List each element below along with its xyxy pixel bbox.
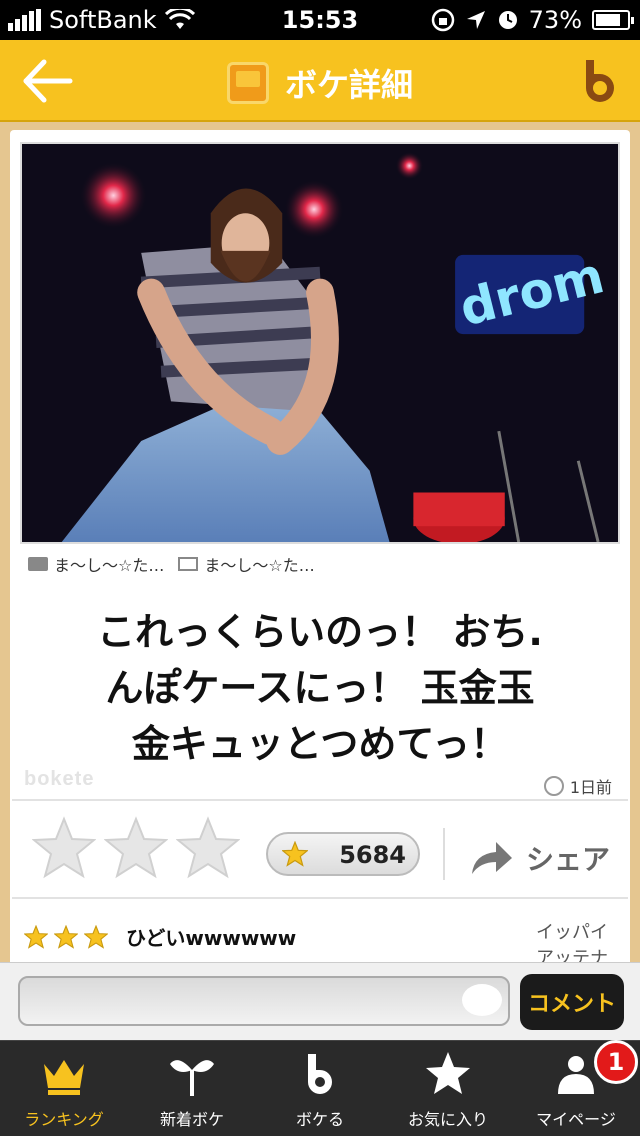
frame-icon — [226, 62, 269, 104]
bokete-watermark: bokete — [24, 768, 95, 790]
boke-caption: これっくらいのっ！ おち. んぽケースにっ！ 玉金玉 金キュッとつめてっ！ — [30, 604, 610, 772]
tab-ranking[interactable]: ランキング — [0, 1040, 128, 1136]
tab-new-boke[interactable]: 新着ボケ — [128, 1040, 256, 1136]
caption-line: これっくらいのっ！ おち. — [97, 610, 543, 654]
tab-label: ランキング — [24, 1110, 104, 1129]
crown-icon — [44, 1060, 84, 1095]
score-value: 5684 — [339, 841, 406, 869]
post-age-text: 1日前 — [569, 778, 612, 797]
page-title: ボケ詳細 — [0, 60, 640, 106]
speech-bubble-icon — [462, 984, 502, 1016]
comment-text: ひどいwwwwww — [126, 926, 297, 950]
notification-badge: 1 — [594, 1040, 638, 1084]
share-button[interactable]: シェア — [470, 838, 610, 878]
share-arrow-icon — [472, 842, 512, 874]
battery-icon — [592, 10, 634, 30]
rate-star-icon[interactable] — [176, 816, 240, 880]
caption-credit[interactable]: ま〜し〜☆た… — [178, 552, 315, 576]
star-icon — [426, 1052, 470, 1094]
photo-credit-name: ま〜し〜☆た… — [54, 556, 165, 575]
person-icon — [558, 1056, 594, 1094]
sprout-icon — [170, 1060, 214, 1096]
clock-icon — [543, 776, 564, 796]
tab-label: お気に入り — [407, 1110, 488, 1129]
tab-favorites[interactable]: お気に入り — [384, 1040, 512, 1136]
tab-label: ボケる — [295, 1110, 344, 1129]
bokete-logo-icon[interactable] — [580, 56, 622, 106]
photo-credit[interactable]: ま〜し〜☆た… — [28, 552, 164, 576]
alarm-icon — [498, 11, 517, 29]
comment-star-icon — [84, 924, 108, 949]
battery-percent: 73% — [528, 6, 582, 34]
rate-star-icon[interactable] — [104, 816, 168, 880]
tab-boke-ru[interactable]: ボケる — [256, 1040, 384, 1136]
image-icon — [178, 557, 199, 571]
caption-line: 金キュッとつめてっ！ — [131, 722, 509, 766]
top-comment[interactable]: ひどいwwwwww — [24, 922, 296, 951]
share-label: シェア — [526, 843, 611, 876]
tab-label: マイページ — [536, 1110, 616, 1129]
caption-credit-name: ま〜し〜☆た… — [204, 556, 315, 575]
rate-star-icon[interactable] — [32, 816, 96, 880]
comment-input[interactable] — [18, 976, 510, 1026]
post-credits: ま〜し〜☆た… ま〜し〜☆た… — [28, 552, 315, 576]
comment-star-icon — [54, 924, 78, 949]
page-title-text: ボケ詳細 — [284, 66, 413, 104]
rotation-lock-icon — [431, 8, 454, 32]
post-age: 1日前 — [543, 774, 612, 798]
status-indicators: 73% — [431, 6, 634, 34]
rating-stars — [32, 816, 240, 880]
status-bar: SoftBank 15:53 73% — [0, 0, 640, 40]
bokete-b-icon — [308, 1054, 332, 1094]
post-photo[interactable]: drom — [20, 142, 620, 544]
divider — [12, 897, 628, 899]
vertical-divider — [443, 828, 445, 880]
location-icon — [466, 11, 485, 29]
comment-submit-button[interactable]: コメント — [520, 974, 624, 1030]
score-star-icon — [282, 841, 308, 867]
tab-label: 新着ボケ — [159, 1110, 224, 1129]
nav-bar: ボケ詳細 — [0, 40, 640, 122]
comment-author-line: イッパイ — [536, 922, 608, 943]
comment-star-icon — [24, 924, 48, 949]
camera-icon — [28, 557, 48, 571]
caption-line: んぽケースにっ！ 玉金玉 — [105, 666, 535, 710]
divider — [12, 799, 628, 801]
score-pill: 5684 — [266, 832, 420, 876]
